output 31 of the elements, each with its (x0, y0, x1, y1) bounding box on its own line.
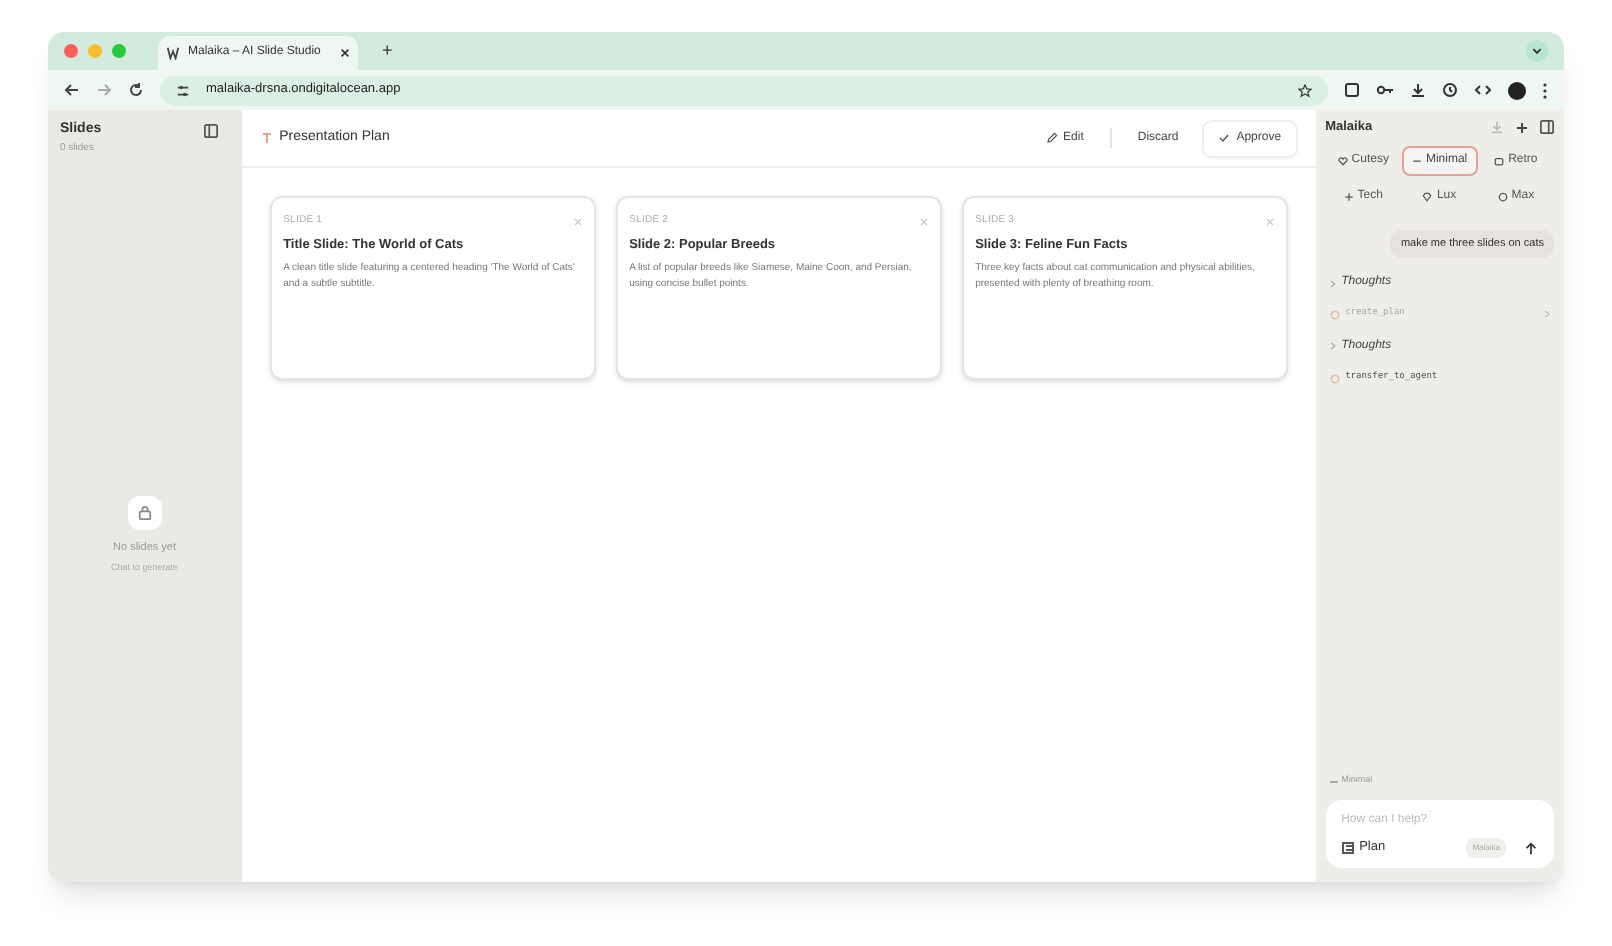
dash-icon (1411, 155, 1422, 166)
history-icon[interactable] (1442, 82, 1458, 98)
spinner-icon (1329, 373, 1340, 384)
box-icon (1494, 155, 1505, 166)
panel-toggle-icon[interactable] (1540, 120, 1554, 135)
key-icon[interactable] (1376, 82, 1394, 98)
list-icon (1341, 842, 1354, 854)
favicon-icon (166, 46, 180, 60)
new-tab-button[interactable]: + (382, 37, 393, 65)
dash-icon (1329, 779, 1338, 784)
menu-icon[interactable] (1542, 81, 1548, 99)
bag-icon (137, 506, 152, 520)
panel-toggle-icon[interactable] (203, 124, 218, 138)
text-icon (261, 132, 272, 144)
code-icon[interactable] (1474, 82, 1492, 98)
gem-icon (1422, 191, 1433, 202)
send-arrow-icon[interactable] (1524, 841, 1538, 855)
reload-icon[interactable] (128, 82, 144, 98)
chevron-down-icon[interactable] (1526, 40, 1548, 62)
site-settings-icon (176, 83, 190, 97)
close-tab-icon[interactable] (340, 48, 350, 58)
check-icon (1218, 132, 1231, 144)
plus-icon[interactable] (1516, 121, 1528, 134)
profile-avatar[interactable] (1508, 81, 1526, 99)
pencil-icon (1045, 132, 1058, 144)
download-icon[interactable] (1410, 82, 1426, 98)
star-icon[interactable] (1298, 83, 1312, 97)
heart-icon (1337, 155, 1348, 166)
spinner-icon (1329, 309, 1340, 320)
back-arrow-icon[interactable] (64, 82, 80, 98)
circle-icon (1497, 191, 1508, 202)
